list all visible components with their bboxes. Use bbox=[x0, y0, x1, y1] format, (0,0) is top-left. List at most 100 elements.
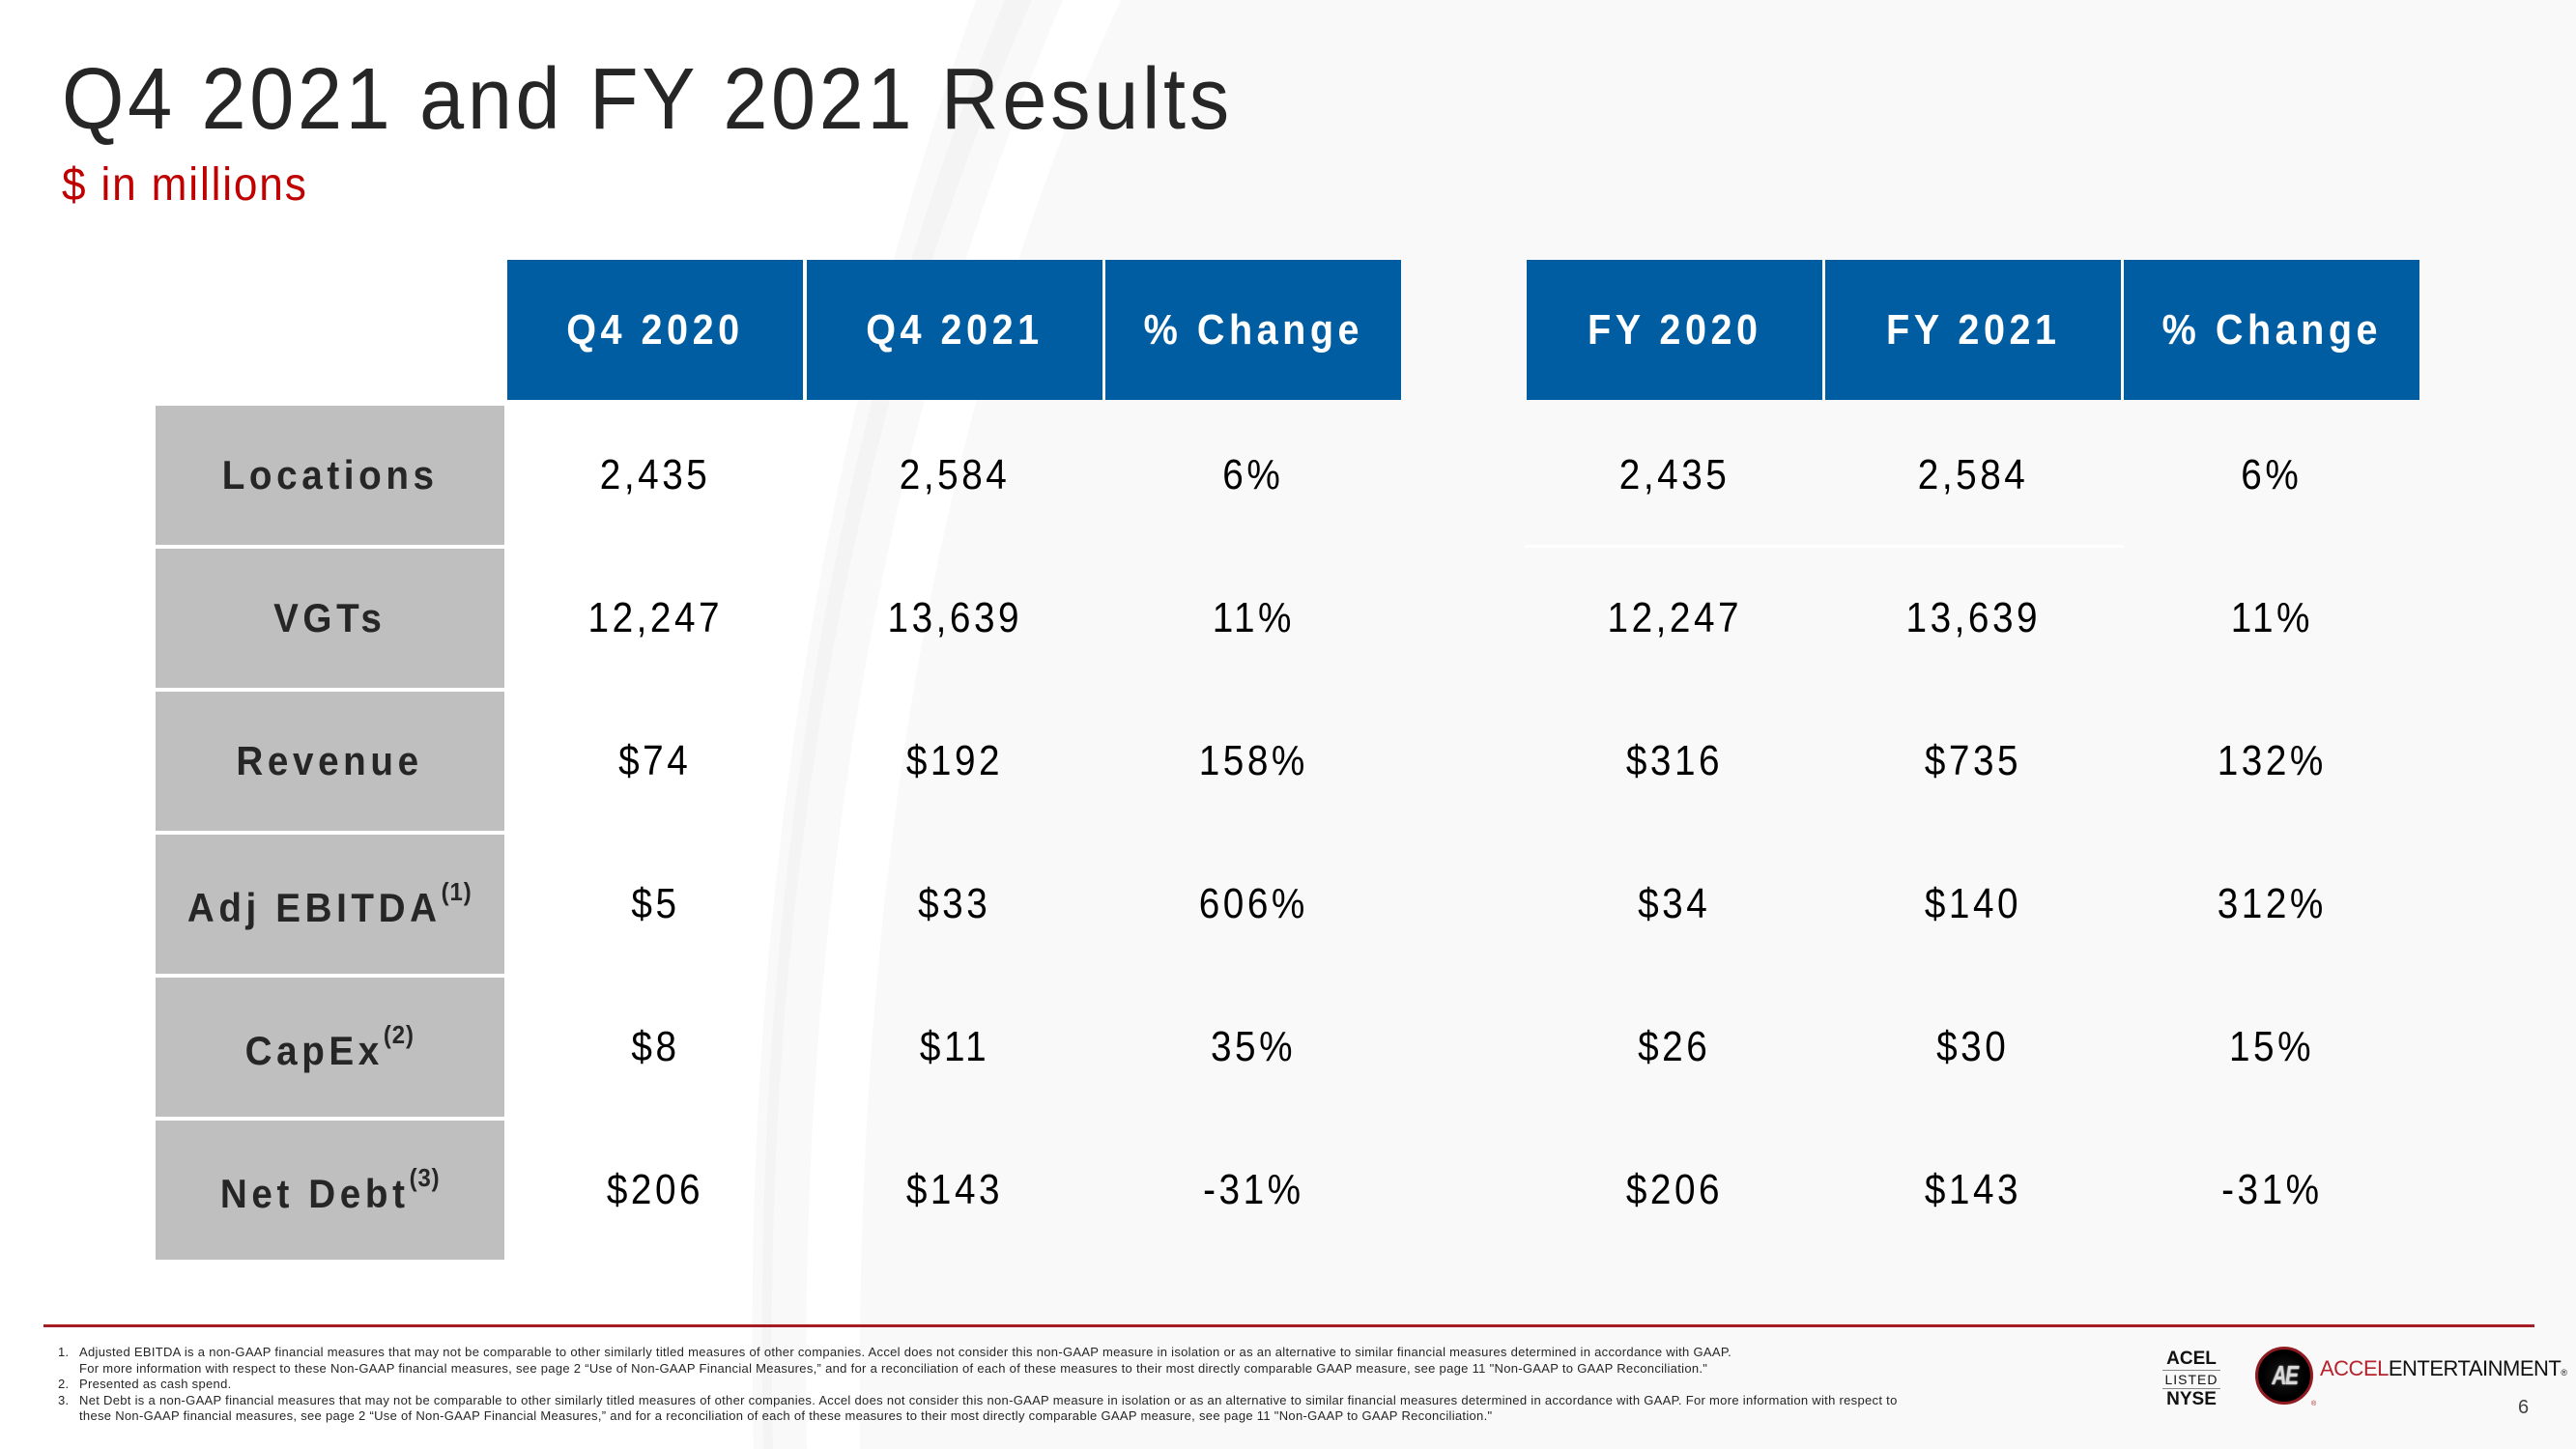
row-label-text: Adj EBITDA(1) bbox=[187, 877, 472, 931]
column-header-label: Q4 2021 bbox=[866, 305, 1044, 354]
cell-value: 12,247 bbox=[1607, 594, 1742, 641]
table-cell: 11% bbox=[1105, 549, 1401, 688]
cell-value: 6% bbox=[1222, 451, 1284, 498]
footnote-2: 2. Presented as cash spend. bbox=[58, 1377, 2087, 1393]
footnote-reference: (1) bbox=[441, 877, 472, 906]
cell-value: 158% bbox=[1198, 737, 1308, 784]
table-cell: $192 bbox=[807, 692, 1102, 831]
row-label-name: Locations bbox=[221, 452, 439, 497]
row-divider bbox=[1525, 545, 2124, 548]
table-cell: 132% bbox=[2124, 692, 2419, 831]
table-cell: $140 bbox=[1825, 835, 2121, 974]
row-label-revenue: Revenue bbox=[156, 692, 504, 831]
table-cell: 12,247 bbox=[1527, 549, 1822, 688]
brand-entertainment: ENTERTAINMENT bbox=[2388, 1356, 2562, 1380]
cell-value: $206 bbox=[1625, 1166, 1724, 1213]
column-header-fy-2021: FY 2021 bbox=[1825, 260, 2121, 400]
footnote-number: 2. bbox=[58, 1377, 70, 1391]
column-header-q4-2021: Q4 2021 bbox=[807, 260, 1102, 400]
row-label-locations: Locations bbox=[156, 406, 504, 545]
table-cell: $8 bbox=[507, 978, 803, 1117]
table-cell: 15% bbox=[2124, 978, 2419, 1117]
cell-value: $34 bbox=[1638, 880, 1711, 927]
row-label-name: Adj EBITDA bbox=[187, 885, 442, 930]
column-header-fy-pct-change: % Change bbox=[2124, 260, 2419, 400]
cell-value: 11% bbox=[2230, 594, 2313, 641]
row-label-net-debt: Net Debt(3) bbox=[156, 1121, 504, 1260]
table-cell: $143 bbox=[1825, 1121, 2121, 1260]
cell-value: 15% bbox=[2228, 1023, 2315, 1070]
table-cell: -31% bbox=[1105, 1121, 1401, 1260]
column-header-label: FY 2020 bbox=[1587, 305, 1762, 354]
cell-value: 606% bbox=[1198, 880, 1308, 927]
listed-label: LISTED bbox=[2162, 1370, 2220, 1389]
table-cell: $143 bbox=[807, 1121, 1102, 1260]
cell-value: 11% bbox=[1212, 594, 1295, 641]
table-cell: $33 bbox=[807, 835, 1102, 974]
table-cell: 6% bbox=[2124, 406, 2419, 545]
footnote-reference: (2) bbox=[384, 1020, 415, 1049]
row-label-text: VGTs bbox=[273, 595, 386, 641]
table-cell: 2,584 bbox=[807, 406, 1102, 545]
cell-value: 6% bbox=[2241, 451, 2303, 498]
cell-value: -31% bbox=[2220, 1166, 2323, 1213]
table-cell: $11 bbox=[807, 978, 1102, 1117]
footnote-3: 3. Net Debt is a non-GAAP financial meas… bbox=[58, 1393, 2087, 1425]
table-cell: 13,639 bbox=[807, 549, 1102, 688]
cell-value: $74 bbox=[618, 737, 692, 784]
table-cell: $74 bbox=[507, 692, 803, 831]
table-cell: -31% bbox=[2124, 1121, 2419, 1260]
table-cell: $30 bbox=[1825, 978, 2121, 1117]
cell-value: 35% bbox=[1210, 1023, 1297, 1070]
cell-value: 12,247 bbox=[587, 594, 723, 641]
cell-value: -31% bbox=[1202, 1166, 1304, 1213]
table-cell: 606% bbox=[1105, 835, 1401, 974]
table-cell: 35% bbox=[1105, 978, 1401, 1117]
row-label-text: Revenue bbox=[237, 738, 423, 784]
cell-value: $206 bbox=[606, 1166, 704, 1213]
table-cell: $735 bbox=[1825, 692, 2121, 831]
table-cell: 158% bbox=[1105, 692, 1401, 831]
footnote-reference: (3) bbox=[409, 1163, 441, 1192]
registered-mark: ® bbox=[2311, 1401, 2317, 1407]
table-cell: $206 bbox=[1527, 1121, 1822, 1260]
footnote-number: 1. bbox=[58, 1345, 70, 1359]
cell-value: $30 bbox=[1936, 1023, 2010, 1070]
accel-logo-icon: AE bbox=[2255, 1347, 2313, 1405]
cell-value: 13,639 bbox=[887, 594, 1022, 641]
column-header-label: Q4 2020 bbox=[566, 305, 744, 354]
row-label-adj-ebitda: Adj EBITDA(1) bbox=[156, 835, 504, 974]
logo-monogram: AE bbox=[2271, 1360, 2299, 1390]
footnote-text: For more information with respect to the… bbox=[79, 1360, 1708, 1376]
table-cell: $26 bbox=[1527, 978, 1822, 1117]
row-label-name: Revenue bbox=[236, 738, 424, 783]
brand-wordmark: ACCELENTERTAINMENT® bbox=[2320, 1356, 2567, 1381]
footnote-1: 1. Adjusted EBITDA is a non-GAAP financi… bbox=[58, 1345, 2087, 1377]
page-subtitle: $ in millions bbox=[62, 159, 308, 211]
cell-value: 2,435 bbox=[1618, 451, 1731, 498]
footnote-number: 3. bbox=[58, 1392, 70, 1407]
table-cell: $34 bbox=[1527, 835, 1822, 974]
row-label-text: CapEx(2) bbox=[245, 1020, 415, 1074]
table-cell: 2,435 bbox=[507, 406, 803, 545]
exchange-name: NYSE bbox=[2166, 1389, 2217, 1409]
cell-value: $143 bbox=[905, 1166, 1004, 1213]
column-header-q4-pct-change: % Change bbox=[1105, 260, 1401, 400]
cell-value: $316 bbox=[1625, 737, 1724, 784]
column-header-label: % Change bbox=[2161, 305, 2382, 354]
table-cell: 11% bbox=[2124, 549, 2419, 688]
nyse-listed-badge: ACEL LISTED NYSE bbox=[2162, 1349, 2220, 1410]
cell-value: $8 bbox=[630, 1023, 680, 1070]
footnote-text: Adjusted EBITDA is a non-GAAP financial … bbox=[79, 1345, 1732, 1359]
row-label-capex: CapEx(2) bbox=[156, 978, 504, 1117]
cell-value: $26 bbox=[1638, 1023, 1711, 1070]
cell-value: $5 bbox=[630, 880, 680, 927]
row-label-vgts: VGTs bbox=[156, 549, 504, 688]
table-cell: $5 bbox=[507, 835, 803, 974]
table-cell: $316 bbox=[1527, 692, 1822, 831]
cell-value: $143 bbox=[1924, 1166, 2022, 1213]
footnote-text: Presented as cash spend. bbox=[79, 1377, 232, 1391]
cell-value: $33 bbox=[918, 880, 991, 927]
cell-value: $140 bbox=[1924, 880, 2022, 927]
cell-value: $735 bbox=[1924, 737, 2022, 784]
